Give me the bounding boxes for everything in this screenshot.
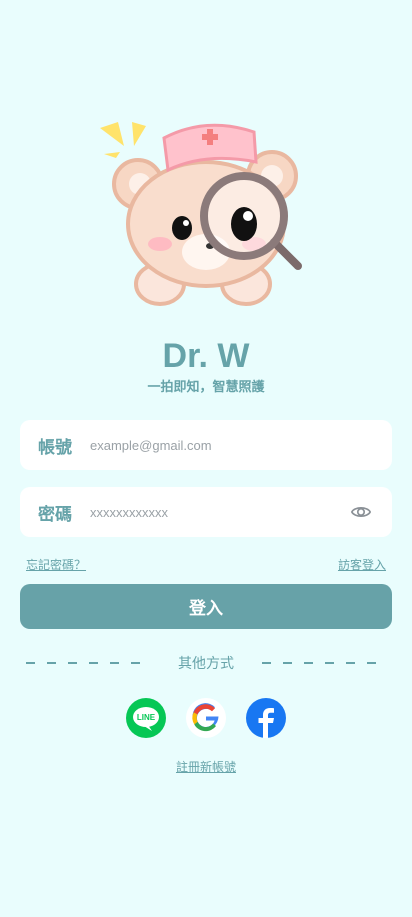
divider-dash-right <box>262 662 388 664</box>
app-title: Dr. W <box>162 337 250 375</box>
mascot-illustration <box>100 122 302 306</box>
line-login-button[interactable]: LINE <box>126 698 166 738</box>
account-field[interactable]: 帳號 <box>20 420 392 470</box>
google-icon <box>192 703 219 732</box>
account-input[interactable] <box>88 436 332 454</box>
line-icon: LINE <box>133 707 159 731</box>
password-label: 密碼 <box>38 504 72 525</box>
brand: Dr. W 一拍即知，智慧照護 <box>0 336 412 395</box>
password-input[interactable] <box>88 503 332 521</box>
google-login-button[interactable] <box>186 698 226 738</box>
line-icon-text: LINE <box>137 713 156 722</box>
facebook-login-button[interactable] <box>246 698 286 738</box>
divider: 其他方式 <box>0 652 412 674</box>
login-button[interactable]: 登入 <box>20 584 392 629</box>
password-field[interactable]: 密碼 <box>20 487 392 537</box>
eye-icon[interactable] <box>350 501 372 523</box>
app-tagline: 一拍即知，智慧照護 <box>147 380 265 395</box>
guest-login-link[interactable]: 訪客登入 <box>338 556 386 573</box>
forgot-password-link[interactable]: 忘記密碼？ <box>26 556 86 573</box>
register-link[interactable]: 註冊新帳號 <box>0 758 412 775</box>
account-label: 帳號 <box>38 437 72 458</box>
facebook-icon <box>258 708 274 738</box>
